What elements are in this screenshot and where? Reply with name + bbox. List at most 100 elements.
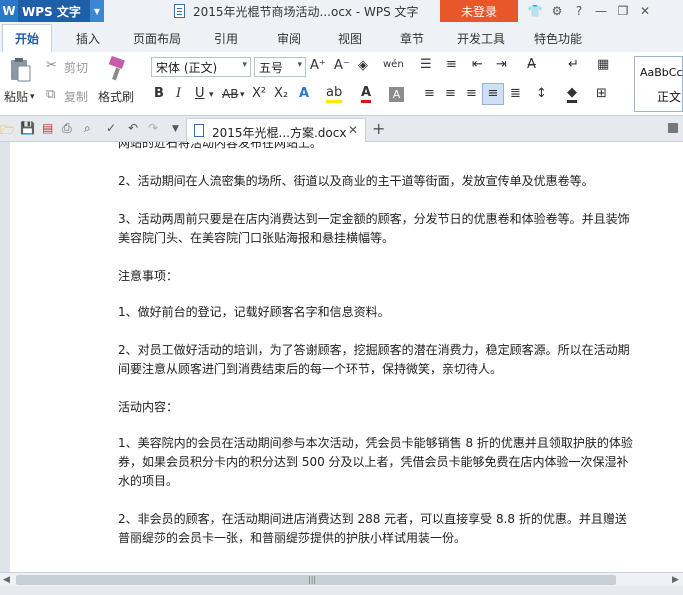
- show-marks-icon[interactable]: ↵: [568, 57, 579, 73]
- grow-font-icon[interactable]: A⁺: [310, 58, 326, 74]
- scroll-left-icon[interactable]: ◀: [3, 575, 10, 585]
- paragraph-shading-icon[interactable]: ◆: [567, 86, 577, 103]
- shrink-font-icon[interactable]: A⁻: [334, 58, 350, 74]
- paragraph: 网站的近石将活动内容发布在网站上。: [118, 142, 323, 150]
- chevron-down-icon[interactable]: ▾: [209, 87, 214, 103]
- font-color-icon[interactable]: A: [361, 86, 372, 103]
- format-painter-icon[interactable]: [104, 56, 128, 82]
- line-spacing-icon[interactable]: ↕: [536, 86, 547, 102]
- paragraph: 活动内容：: [118, 400, 179, 414]
- font-name-select[interactable]: 宋体 (正文) ▾: [151, 57, 251, 77]
- ribbon: 粘贴 ▾ ✂ 剪切 ⧉ 复制 格式刷 宋体 (正文) ▾ 五号 ▾ A⁺ A⁻ …: [0, 52, 683, 116]
- highlight-icon[interactable]: ab: [326, 86, 343, 103]
- phonetic-guide-icon[interactable]: wén: [383, 57, 404, 73]
- tab-review[interactable]: 审阅: [277, 30, 301, 47]
- save-icon[interactable]: 💾: [20, 121, 35, 135]
- clear-format-icon[interactable]: ◈: [358, 58, 368, 74]
- italic-icon[interactable]: I: [176, 86, 181, 102]
- tab-list-icon[interactable]: [668, 123, 678, 133]
- document-page[interactable]: 网站的近石将活动内容发布在网站上。 2、活动期间在人流密集的场所、街道以及商业的…: [10, 142, 683, 572]
- open-folder-icon[interactable]: 🗁: [0, 121, 15, 142]
- spell-check-icon[interactable]: ✓: [106, 121, 116, 135]
- font-size-select[interactable]: 五号 ▾: [254, 57, 306, 77]
- tab-view[interactable]: 视图: [338, 30, 362, 47]
- export-pdf-icon[interactable]: ▤: [42, 121, 53, 135]
- login-button[interactable]: 未登录: [440, 0, 518, 22]
- paragraph: 注意事项：: [118, 269, 179, 283]
- copy-button[interactable]: 复制: [64, 88, 88, 105]
- tab-special-features[interactable]: 特色功能: [534, 30, 582, 47]
- minimize-icon[interactable]: —: [590, 4, 612, 18]
- decrease-indent-icon[interactable]: ⇤: [472, 57, 483, 73]
- scrollbar-thumb[interactable]: |||: [16, 575, 616, 585]
- horizontal-scrollbar[interactable]: ◀ ||| ▶: [0, 572, 683, 586]
- document-tab-bar: 🗁 💾 ▤ ⎙ ⌕ ✓ ↶ ↷ ▼ 2015年光棍...方案.docx ✕ +: [0, 116, 683, 142]
- document-area: 网站的近石将活动内容发布在网站上。 2、活动期间在人流密集的场所、街道以及商业的…: [0, 142, 683, 572]
- tab-references[interactable]: 引用: [214, 30, 238, 47]
- style-name: 正文: [657, 90, 682, 104]
- new-tab-icon[interactable]: +: [372, 119, 385, 138]
- paste-button[interactable]: 粘贴: [4, 88, 28, 105]
- font-name-value: 宋体 (正文): [156, 61, 218, 75]
- underline-icon[interactable]: U: [195, 86, 205, 102]
- strikethrough-icon[interactable]: AB: [222, 86, 238, 102]
- redo-icon[interactable]: ↷: [148, 121, 158, 135]
- chevron-down-icon: ▾: [242, 60, 247, 70]
- align-center-icon[interactable]: ≡: [445, 86, 456, 102]
- font-size-value: 五号: [259, 61, 284, 75]
- bullet-list-icon[interactable]: ☰: [420, 57, 432, 73]
- chevron-down-icon[interactable]: ▾: [240, 87, 245, 103]
- document-tab-label: 2015年光棍...方案.docx: [212, 126, 347, 140]
- skin-icon[interactable]: 👕: [524, 4, 546, 18]
- distributed-align-icon[interactable]: ≣: [510, 86, 521, 102]
- tab-insert[interactable]: 插入: [76, 30, 100, 47]
- copy-icon[interactable]: ⧉: [46, 87, 55, 103]
- superscript-icon[interactable]: X²: [252, 86, 266, 102]
- title-bar: W WPS 文字 ▼ 2015年光棍节商场活动...ocx - WPS 文字 未…: [0, 0, 683, 22]
- tab-developer[interactable]: 开发工具: [457, 30, 505, 47]
- scissors-icon[interactable]: ✂: [46, 58, 57, 74]
- help-icon[interactable]: ?: [568, 4, 590, 18]
- paragraph: 2、非会员的顾客，在活动期间进店消费达到 288 元者，可以直接享受 8.8 折…: [118, 512, 627, 545]
- align-left-icon[interactable]: ≡: [424, 86, 435, 102]
- subscript-icon[interactable]: X₂: [274, 86, 288, 102]
- chevron-down-icon[interactable]: ▼: [90, 0, 104, 22]
- scroll-right-icon[interactable]: ▶: [672, 575, 679, 585]
- chinese-layout-icon[interactable]: A̶: [527, 57, 536, 73]
- cut-button[interactable]: 剪切: [64, 59, 88, 76]
- text-effect-icon[interactable]: A: [299, 86, 309, 102]
- border-icon[interactable]: ⊞: [596, 86, 607, 102]
- print-preview-icon[interactable]: ⌕: [84, 121, 91, 136]
- undo-icon[interactable]: ↶: [128, 121, 138, 135]
- paragraph: 2、活动期间在人流密集的场所、街道以及商业的主干道等街面，发放宣传单及优惠卷等。: [118, 174, 594, 188]
- numbered-list-icon[interactable]: ≡: [446, 57, 457, 73]
- format-painter-button[interactable]: 格式刷: [98, 88, 134, 105]
- tab-home[interactable]: 开始: [2, 24, 53, 52]
- table-icon[interactable]: ▦: [597, 57, 609, 73]
- document-tab[interactable]: 2015年光棍...方案.docx ✕: [186, 118, 366, 142]
- grip-icon: |||: [308, 575, 317, 584]
- chevron-down-icon: ▾: [297, 60, 302, 70]
- print-icon[interactable]: ⎙: [62, 121, 72, 136]
- chevron-down-icon[interactable]: ▼: [172, 124, 179, 134]
- status-bar: [0, 586, 683, 595]
- wps-app-menu[interactable]: W WPS 文字 ▼: [0, 0, 104, 22]
- restore-icon[interactable]: ❐: [612, 4, 634, 18]
- bold-icon[interactable]: B: [154, 86, 164, 102]
- align-right-icon[interactable]: ≡: [466, 86, 477, 102]
- paste-icon[interactable]: [8, 57, 32, 83]
- style-gallery-normal[interactable]: AaBbCc 正文: [634, 56, 683, 112]
- close-icon[interactable]: ✕: [634, 4, 656, 18]
- close-icon[interactable]: ✕: [348, 123, 358, 137]
- increase-indent-icon[interactable]: ⇥: [496, 57, 507, 73]
- app-name: WPS 文字: [22, 4, 81, 19]
- menu-bar: 开始 插入 页面布局 引用 审阅 视图 章节 开发工具 特色功能: [0, 22, 683, 52]
- character-shading-icon[interactable]: A: [389, 87, 404, 102]
- tab-chapter[interactable]: 章节: [400, 30, 424, 47]
- paragraph: 2、对员工做好活动的培训，为了答谢顾客，挖掘顾客的潜在消费力，稳定顾客源。所以在…: [118, 343, 630, 376]
- settings-icon[interactable]: ⚙: [546, 4, 568, 18]
- window-title: 2015年光棍节商场活动...ocx - WPS 文字: [193, 5, 419, 19]
- chevron-down-icon[interactable]: ▾: [30, 89, 35, 105]
- tab-page-layout[interactable]: 页面布局: [133, 30, 181, 47]
- justify-icon[interactable]: ≡: [482, 83, 504, 105]
